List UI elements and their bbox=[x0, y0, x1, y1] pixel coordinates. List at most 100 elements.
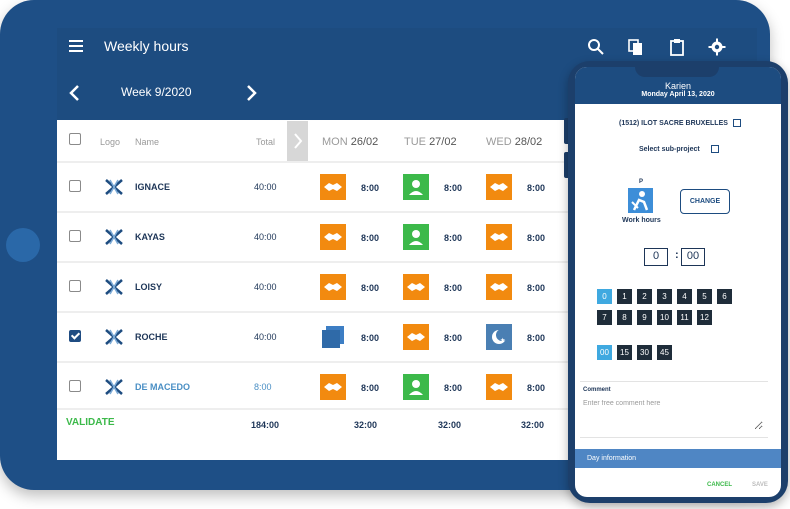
edit-icon[interactable] bbox=[711, 145, 719, 153]
day-hours: 8:00 bbox=[361, 233, 380, 243]
hour-option[interactable]: 12 bbox=[697, 310, 712, 325]
row-checkbox[interactable] bbox=[69, 230, 81, 242]
hour-option[interactable]: 11 bbox=[677, 310, 692, 325]
employee-name[interactable]: KAYAS bbox=[135, 232, 165, 242]
svg-text:★: ★ bbox=[500, 337, 505, 344]
row-checkbox[interactable] bbox=[69, 280, 81, 292]
comment-label: Comment bbox=[583, 387, 611, 393]
hour-option[interactable]: 1 bbox=[617, 289, 632, 304]
hour-option[interactable]: 10 bbox=[657, 310, 672, 325]
handshake-icon[interactable] bbox=[486, 224, 512, 250]
employee-name[interactable]: LOISY bbox=[135, 282, 162, 292]
copy-icon[interactable] bbox=[627, 38, 645, 56]
phone-screen: Karien Monday April 13, 2020 (1512) ILOT… bbox=[575, 67, 781, 497]
row-total: 8:00 bbox=[254, 382, 272, 392]
menu-icon[interactable] bbox=[69, 40, 83, 52]
company-logo-icon bbox=[105, 179, 123, 195]
phone-notch bbox=[635, 67, 719, 77]
person-icon[interactable] bbox=[403, 174, 429, 200]
row-checkbox[interactable] bbox=[69, 330, 81, 342]
tablet-home-button[interactable] bbox=[6, 228, 40, 262]
chevron-left-icon[interactable] bbox=[67, 83, 83, 103]
hour-option[interactable]: 9 bbox=[637, 310, 652, 325]
scroll-right-button[interactable] bbox=[287, 121, 308, 161]
handshake-icon[interactable] bbox=[320, 224, 346, 250]
handshake-icon[interactable] bbox=[403, 324, 429, 350]
company-logo-icon bbox=[105, 279, 123, 295]
handshake-icon[interactable] bbox=[320, 374, 346, 400]
day-header-tue: TUE 27/02 bbox=[404, 136, 457, 148]
day-hours: 8:00 bbox=[444, 383, 463, 393]
selected-date: Monday April 13, 2020 bbox=[641, 91, 715, 98]
day-hours: 8:00 bbox=[527, 283, 546, 293]
day-hours: 8:00 bbox=[361, 283, 380, 293]
change-activity-button[interactable]: CHANGE bbox=[680, 189, 730, 214]
clipboard-icon[interactable] bbox=[668, 38, 686, 56]
hour-option[interactable]: 3 bbox=[657, 289, 672, 304]
hours-field[interactable]: 0 bbox=[644, 248, 668, 266]
day-hours: 8:00 bbox=[527, 183, 546, 193]
day-hours: 8:00 bbox=[361, 183, 380, 193]
day-hours: 8:00 bbox=[527, 233, 546, 243]
employee-name[interactable]: ROCHE bbox=[135, 332, 168, 342]
minute-option[interactable]: 30 bbox=[637, 345, 652, 360]
save-button[interactable]: SAVE bbox=[752, 482, 768, 488]
header-name: Name bbox=[135, 137, 160, 147]
worker-glyph bbox=[631, 191, 649, 211]
handshake-icon[interactable] bbox=[320, 274, 346, 300]
minutes-field[interactable]: 00 bbox=[681, 248, 705, 266]
comment-input[interactable] bbox=[583, 400, 763, 430]
cancel-button[interactable]: CANCEL bbox=[707, 482, 732, 488]
hour-option[interactable]: 4 bbox=[677, 289, 692, 304]
activity-label: Work hours bbox=[622, 217, 661, 224]
time-separator: : bbox=[675, 249, 679, 261]
minute-option[interactable]: 45 bbox=[657, 345, 672, 360]
hour-option[interactable]: 6 bbox=[717, 289, 732, 304]
stage: Weekly hours Week 9/2020 Logo Name Total… bbox=[0, 0, 790, 509]
worker-icon bbox=[628, 188, 653, 213]
hour-option[interactable]: 7 bbox=[597, 310, 612, 325]
phone-header: Karien Monday April 13, 2020 bbox=[575, 67, 781, 104]
minute-option[interactable]: 15 bbox=[617, 345, 632, 360]
minute-option[interactable]: 00 bbox=[597, 345, 612, 360]
divider bbox=[580, 437, 768, 438]
footer-day-total: 32:00 bbox=[521, 420, 545, 430]
employee-name[interactable]: DE MACEDO bbox=[135, 382, 190, 392]
row-checkbox[interactable] bbox=[69, 180, 81, 192]
person-icon[interactable] bbox=[403, 224, 429, 250]
chevron-right-icon[interactable] bbox=[243, 83, 259, 103]
row-total: 40:00 bbox=[254, 332, 277, 342]
employee-name[interactable]: IGNACE bbox=[135, 182, 170, 192]
handshake-icon[interactable] bbox=[486, 374, 512, 400]
hour-option[interactable]: 0 bbox=[597, 289, 612, 304]
row-total: 40:00 bbox=[254, 182, 277, 192]
moon-icon[interactable]: ★ bbox=[486, 324, 512, 350]
handshake-icon[interactable] bbox=[320, 174, 346, 200]
day-hours: 8:00 bbox=[444, 333, 463, 343]
handshake-icon[interactable] bbox=[486, 174, 512, 200]
search-icon[interactable] bbox=[587, 38, 605, 56]
hour-option[interactable]: 2 bbox=[637, 289, 652, 304]
employee-name: Karien bbox=[664, 81, 691, 91]
row-total: 40:00 bbox=[254, 232, 277, 242]
divider bbox=[580, 381, 768, 382]
row-checkbox[interactable] bbox=[69, 380, 81, 392]
day-hours: 8:00 bbox=[444, 183, 463, 193]
handshake-icon[interactable] bbox=[403, 274, 429, 300]
day-header-mon: MON 26/02 bbox=[322, 136, 379, 148]
validate-button[interactable]: VALIDATE bbox=[66, 417, 115, 428]
hour-option[interactable]: 8 bbox=[617, 310, 632, 325]
day-header-wed: WED 28/02 bbox=[486, 136, 543, 148]
hour-option[interactable]: 5 bbox=[697, 289, 712, 304]
company-logo-icon bbox=[105, 329, 123, 345]
person-icon[interactable] bbox=[403, 374, 429, 400]
day-hours: 8:00 bbox=[527, 383, 546, 393]
edit-icon[interactable] bbox=[733, 119, 741, 127]
day-hours: 8:00 bbox=[444, 283, 463, 293]
gear-icon[interactable] bbox=[708, 38, 726, 56]
select-all-checkbox[interactable] bbox=[69, 133, 81, 145]
blue-square-icon[interactable] bbox=[320, 324, 346, 350]
handshake-icon[interactable] bbox=[486, 274, 512, 300]
footer-total: 184:00 bbox=[251, 420, 280, 430]
day-information-bar[interactable]: Day information bbox=[575, 449, 781, 468]
